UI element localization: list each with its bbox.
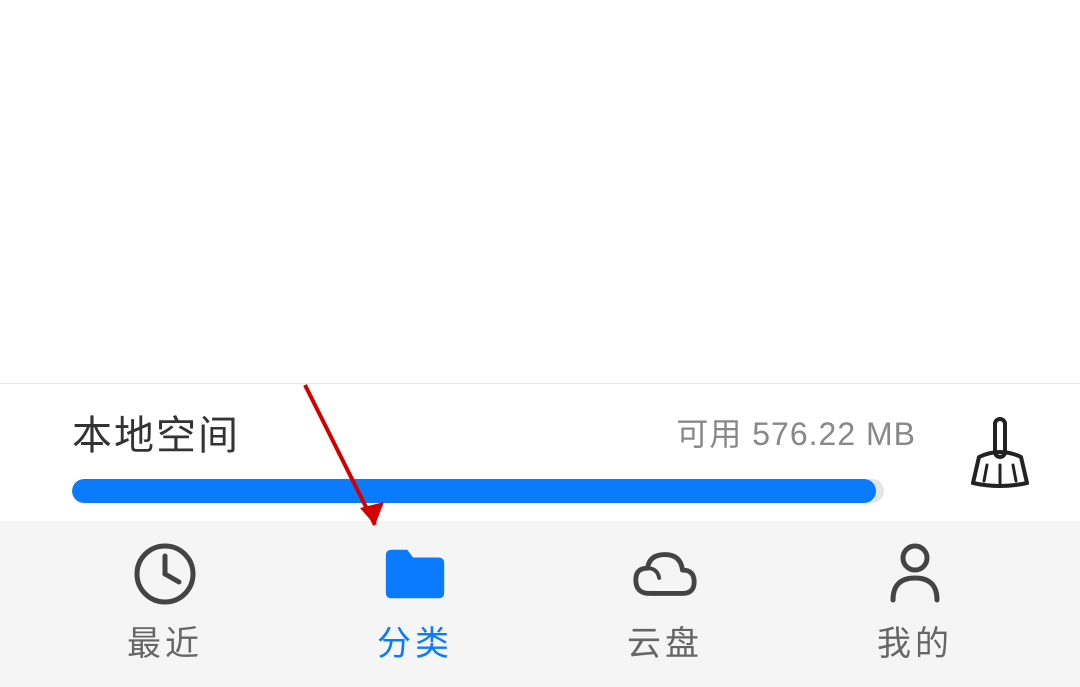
storage-available-prefix: 可用: [676, 416, 742, 452]
tab-cloud-label: 云盘: [627, 616, 703, 665]
storage-info: 本地空间 可用 576.22 MB: [72, 403, 940, 503]
broom-icon: [969, 417, 1031, 489]
folder-icon: [380, 544, 450, 604]
storage-header: 本地空间 可用 576.22 MB: [72, 403, 940, 461]
tab-cloud[interactable]: 云盘: [540, 544, 790, 665]
tab-bar: 最近 分类 云盘 我的: [0, 521, 1080, 687]
storage-available-value: 576.22 MB: [752, 416, 916, 452]
tab-mine-label: 我的: [877, 616, 953, 665]
storage-progress-bar: [72, 479, 884, 503]
tab-recent[interactable]: 最近: [40, 544, 290, 665]
tab-recent-label: 最近: [127, 616, 203, 665]
person-icon: [880, 544, 950, 604]
clock-icon: [130, 544, 200, 604]
cloud-icon: [630, 544, 700, 604]
tab-mine[interactable]: 我的: [790, 544, 1040, 665]
storage-title: 本地空间: [72, 403, 240, 461]
storage-section: 本地空间 可用 576.22 MB: [0, 383, 1080, 521]
tab-category-label: 分类: [377, 616, 453, 665]
storage-progress-fill: [72, 479, 876, 503]
clean-button[interactable]: [940, 417, 1060, 489]
tab-category[interactable]: 分类: [290, 544, 540, 665]
blank-content-area: [0, 0, 1080, 383]
storage-available: 可用 576.22 MB: [676, 409, 916, 455]
